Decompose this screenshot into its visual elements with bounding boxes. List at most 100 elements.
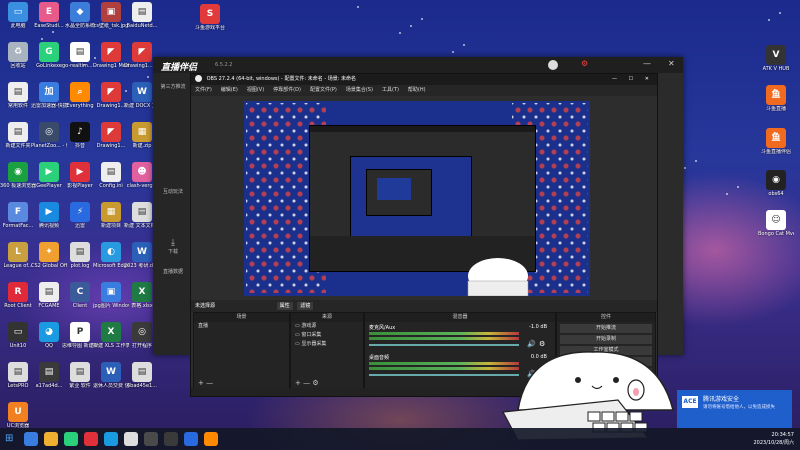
remove-scene-icon[interactable]: — bbox=[206, 379, 213, 387]
obs-window-title: OBS 27.2.4 (64-bit, windows) - 配置文件: 未命名… bbox=[206, 76, 356, 82]
obs-menu-item[interactable]: 工具(T) bbox=[382, 87, 399, 93]
app-icon: ▤ bbox=[132, 362, 152, 382]
add-scene-icon[interactable]: + bbox=[198, 379, 204, 387]
desktop-icon[interactable]: 鱼斗鱼直播伴侣 bbox=[758, 128, 794, 155]
source-settings-icon[interactable]: ⚙ bbox=[312, 379, 318, 387]
taskbar-app-icon[interactable] bbox=[44, 432, 58, 446]
avatar[interactable] bbox=[548, 60, 558, 70]
wallpaper-star bbox=[452, 51, 454, 53]
desktop-icon-label: obs64 bbox=[768, 191, 784, 197]
app-icon: ♪ bbox=[70, 122, 90, 142]
desktop-icon[interactable]: 鱼斗鱼直播 bbox=[758, 85, 794, 112]
obs-menubar: 文件(F) 编辑(E) 视图(V) 停靠部件(D) 配置文件(P) 场景集合(S) 工具(T… bbox=[191, 85, 657, 96]
obs-menu-item[interactable]: 编辑(E) bbox=[221, 87, 238, 93]
download-icon: ⤓ bbox=[171, 238, 175, 248]
sources-panel: 来源 ▭ 游戏源 ▭ 窗口采集 ▭ 显示器采集 + — ⚙ bbox=[290, 312, 364, 390]
wallpaper-star bbox=[463, 44, 465, 46]
app-icon: W bbox=[132, 82, 152, 102]
obs-minimize-icon[interactable]: — bbox=[612, 74, 617, 85]
taskbar-app-icon[interactable] bbox=[184, 432, 198, 446]
app-icon: ▤ bbox=[70, 362, 90, 382]
app-icon: ▶ bbox=[39, 202, 59, 222]
app-icon: ▤ bbox=[70, 242, 90, 262]
taskbar-app-icon[interactable] bbox=[84, 432, 98, 446]
start-streaming-button[interactable]: 开始推流 bbox=[560, 324, 652, 333]
desktop-level-meter bbox=[369, 362, 519, 365]
wallpaper-star bbox=[52, 31, 54, 33]
taskbar-app-icon[interactable] bbox=[204, 432, 218, 446]
live-companion-logo: 直播伴侣 bbox=[161, 63, 198, 73]
app-icon: ☺ bbox=[766, 210, 786, 230]
taskbar-app-icon[interactable] bbox=[64, 432, 78, 446]
desktop-icon[interactable]: ▤ BaiduNetd... bbox=[124, 2, 160, 29]
taskbar-app-icon[interactable] bbox=[164, 432, 178, 446]
mixer-panel-title: 混音器 bbox=[365, 313, 555, 322]
sidebar-item-data[interactable]: 直播数据 bbox=[157, 268, 189, 275]
taskbar-app-icon[interactable] bbox=[144, 432, 158, 446]
desktop-icon[interactable]: ◉ obs64 bbox=[758, 170, 794, 197]
properties-button[interactable]: 属性 bbox=[276, 302, 293, 310]
wallpaper-star bbox=[768, 19, 770, 21]
desktop-icon[interactable]: V ATK V HUB bbox=[758, 45, 794, 72]
desktop-icon[interactable]: ☺Bongo Cat Mver (2) bbox=[758, 210, 794, 237]
clock-date: 2023/10/28/周六 bbox=[753, 440, 794, 446]
app-icon: ▤ bbox=[8, 82, 28, 102]
desktop-icon[interactable]: ▤ 6bad45e1... bbox=[124, 362, 160, 389]
monitor-icon: ▭ bbox=[295, 323, 300, 329]
minimize-icon[interactable]: — bbox=[643, 59, 651, 68]
start-icon[interactable]: ⊞ bbox=[5, 433, 13, 444]
taskbar-app-icon[interactable] bbox=[24, 432, 38, 446]
app-icon: ♻ bbox=[8, 42, 28, 62]
desktop-icon[interactable]: U UC浏览器 bbox=[0, 402, 36, 429]
app-icon: ◤ bbox=[101, 42, 121, 62]
obs-menu-item[interactable]: 场景集合(S) bbox=[346, 87, 373, 93]
obs-menu-item[interactable]: 帮助(H) bbox=[408, 87, 426, 93]
security-toast[interactable]: ACE 腾讯游戏安全 请勿将账号借给他人，以免造成损失 bbox=[677, 390, 792, 428]
taskbar-clock[interactable]: 20:34:57 2023/10/28/周六 bbox=[753, 431, 794, 447]
clock-time: 20:34:57 bbox=[771, 432, 794, 438]
app-icon: ◆ bbox=[70, 2, 90, 22]
app-icon: ◤ bbox=[101, 82, 121, 102]
bongo-cat-overlay bbox=[502, 351, 674, 440]
desktop-volume-slider[interactable] bbox=[369, 374, 519, 376]
taskbar-app-icon[interactable] bbox=[104, 432, 118, 446]
scene-item[interactable]: 直播 bbox=[194, 322, 289, 331]
obs-menu-item[interactable]: 文件(F) bbox=[195, 87, 212, 93]
taskbar-app-icon[interactable] bbox=[124, 432, 138, 446]
app-icon: 加 bbox=[39, 82, 59, 102]
close-icon[interactable]: ✕ bbox=[668, 59, 675, 68]
obs-maximize-icon[interactable]: ☐ bbox=[629, 74, 633, 85]
obs-source-tabs: 未选择源 属性 滤镜 bbox=[191, 300, 657, 312]
remove-source-icon[interactable]: — bbox=[303, 379, 310, 387]
wallpaper-star bbox=[421, 18, 423, 20]
app-icon: ◎ bbox=[39, 122, 59, 142]
app-icon: P bbox=[70, 322, 90, 342]
source-item-window[interactable]: ▭ 窗口采集 bbox=[291, 331, 363, 340]
obs-close-icon[interactable]: ✕ bbox=[645, 74, 649, 85]
app-icon: ◉ bbox=[766, 170, 786, 190]
obs-menu-item[interactable]: 配置文件(P) bbox=[310, 87, 337, 93]
desktop-icon-game-platform[interactable]: S 斗鱼游戏平台 bbox=[192, 4, 228, 31]
controls-panel-title: 控件 bbox=[557, 313, 655, 322]
filters-button[interactable]: 滤镜 bbox=[297, 302, 314, 310]
obs-preview[interactable] bbox=[244, 101, 590, 296]
app-icon: X bbox=[132, 282, 152, 302]
app-icon: ▤ bbox=[39, 282, 59, 302]
obs-menu-item[interactable]: 视图(V) bbox=[247, 87, 264, 93]
mic-volume-slider[interactable] bbox=[369, 344, 519, 346]
preview-nested-desktop bbox=[350, 156, 472, 238]
app-icon: ◤ bbox=[132, 42, 152, 62]
app-icon: ▭ bbox=[8, 322, 28, 342]
live-companion-sidebar: 第三方推流 互动玩法 ⤓ 下载 直播数据 bbox=[153, 73, 193, 355]
live-companion-version: 6.5.2.2 bbox=[215, 62, 233, 68]
app-icon: G bbox=[39, 42, 59, 62]
sidebar-item-tools[interactable]: ⤓ 下载 bbox=[157, 238, 189, 255]
obs-menu-item[interactable]: 停靠部件(D) bbox=[273, 87, 301, 93]
source-item-game[interactable]: ▭ 游戏源 bbox=[291, 322, 363, 331]
source-item-display[interactable]: ▭ 显示器采集 bbox=[291, 340, 363, 349]
settings-icon[interactable]: ⚙ bbox=[581, 59, 588, 68]
sidebar-item-third-party[interactable]: 第三方推流 bbox=[157, 83, 189, 90]
desktop-icon-label: Bongo Cat Mver (2) bbox=[758, 231, 794, 237]
add-source-icon[interactable]: + bbox=[295, 379, 301, 387]
sidebar-item-interactive[interactable]: 互动玩法 bbox=[157, 188, 189, 195]
